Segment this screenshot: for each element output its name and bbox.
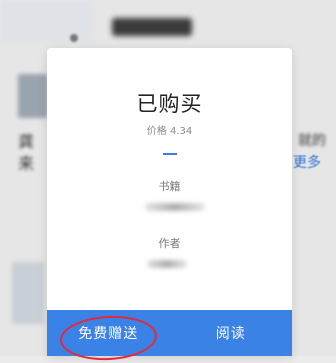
background-thumbnail-1 — [18, 74, 48, 118]
accent-divider — [163, 153, 177, 155]
dialog-action-bar: 免费赠送 阅读 — [47, 310, 293, 363]
book-label: 书籍 — [158, 180, 181, 193]
background-fragment-left-1: 龚 — [18, 132, 35, 151]
background-avatar-dot — [70, 34, 78, 42]
book-name-redacted — [145, 203, 205, 211]
background-thumbnail-2 — [12, 262, 44, 324]
author-label: 作者 — [158, 237, 181, 250]
dialog-title: 已购买 — [136, 92, 203, 116]
free-gift-button[interactable]: 免费赠送 — [47, 310, 170, 363]
background-more-link[interactable]: 更多 — [293, 152, 321, 172]
background-header-block — [0, 0, 92, 42]
read-button[interactable]: 阅读 — [170, 310, 293, 356]
read-label: 阅读 — [215, 326, 246, 342]
price-text: 价格 4.34 — [146, 126, 193, 137]
purchase-dialog: 已购买 价格 4.34 书籍 作者 免费赠送 阅读 — [47, 48, 293, 363]
background-fragment-left-2: 来 — [18, 154, 35, 173]
background-header-text — [112, 18, 192, 36]
free-gift-label: 免费赠送 — [78, 326, 139, 342]
author-name-redacted — [147, 260, 187, 268]
background-fragment-right: 就的 — [298, 133, 326, 149]
